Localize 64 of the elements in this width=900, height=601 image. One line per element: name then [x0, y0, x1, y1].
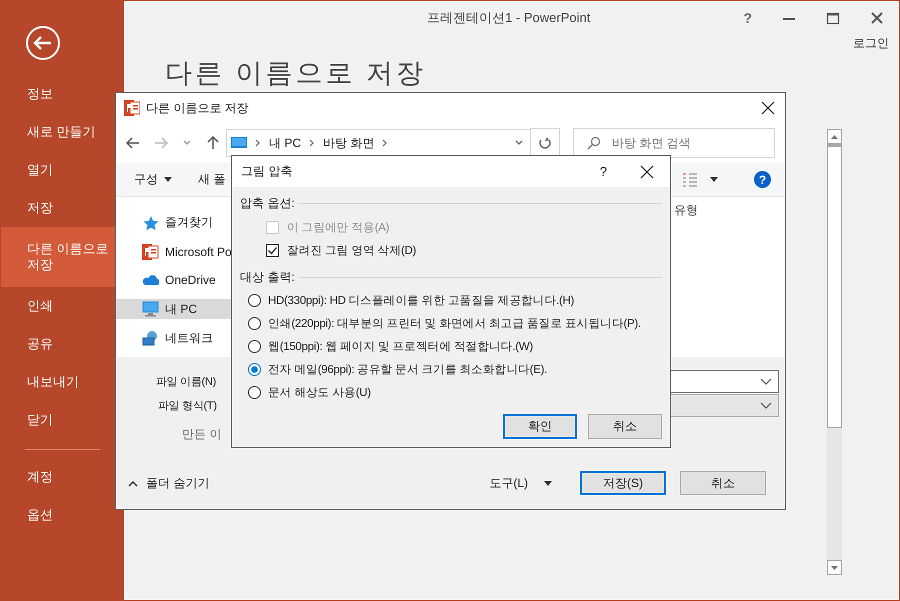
section-heading: 대상 출력:	[240, 269, 295, 286]
radio-button[interactable]	[248, 386, 261, 399]
breadcrumb[interactable]: 내 PC	[269, 134, 302, 152]
back-icon[interactable]	[25, 25, 61, 61]
caret-icon	[164, 177, 172, 182]
help-button[interactable]: ?	[600, 164, 607, 179]
radio-button[interactable]	[248, 317, 261, 330]
presentation-icon	[142, 244, 159, 260]
chevron-right-icon	[255, 139, 261, 147]
dialog-title: 그림 압축	[241, 163, 292, 180]
search-field[interactable]: 바탕 화면 검색	[573, 128, 775, 158]
hide-folders-button[interactable]: 폴더 숨기기	[128, 474, 210, 492]
refresh-icon[interactable]	[530, 128, 560, 158]
caret-icon	[544, 480, 552, 486]
up-arrow-icon[interactable]	[206, 136, 220, 150]
scrollbar[interactable]	[827, 129, 842, 575]
scroll-thumb[interactable]	[827, 144, 842, 428]
star-icon	[142, 214, 159, 231]
dialog-button[interactable]: 저장(S)	[580, 471, 666, 495]
dialog-button[interactable]: 확인	[503, 414, 577, 439]
close-icon[interactable]	[640, 164, 654, 178]
presentation-icon	[124, 100, 140, 116]
dialog-button[interactable]: 취소	[588, 414, 662, 439]
option-label: 웹(150ppi): 웹 페이지 및 프로젝터에 적절합니다.(W)	[268, 340, 533, 354]
field-label: 만든 이	[181, 426, 222, 442]
column-header[interactable]: 유형	[674, 203, 698, 217]
option-label: 문서 해상도 사용(U)	[268, 386, 371, 400]
menu-item[interactable]: 옵션	[1, 496, 124, 534]
back-arrow-icon[interactable]	[126, 136, 140, 150]
field-label: 파일 형식(T)	[158, 398, 218, 412]
option-label: 이 그림에만 적용(A)	[287, 221, 390, 235]
help-button[interactable]: ?	[754, 171, 771, 188]
page-heading: 다른 이름으로 저장	[165, 58, 428, 88]
close-icon[interactable]	[761, 101, 775, 115]
dialog-title: 다른 이름으로 저장	[146, 100, 250, 116]
window-title: 프레젠테이션1 - PowerPoint	[426, 9, 592, 27]
checkbox[interactable]	[266, 244, 279, 257]
chevron-right-icon	[382, 139, 388, 147]
breadcrumb[interactable]: 바탕 화면	[323, 134, 374, 152]
scroll-down-button[interactable]	[827, 560, 842, 575]
scroll-up-button[interactable]	[827, 129, 842, 144]
radio-button[interactable]	[248, 363, 261, 376]
list-view-icon[interactable]	[682, 172, 698, 186]
network-icon	[142, 330, 159, 346]
option-label: 잘려진 그림 영역 삭제(D)	[287, 244, 416, 258]
organize-button[interactable]: 구성	[134, 171, 172, 188]
radio-button[interactable]	[248, 340, 261, 353]
monitor-icon	[231, 137, 247, 149]
chevron-right-icon	[309, 139, 316, 147]
monitor-icon	[142, 301, 159, 318]
help-button[interactable]: ?	[743, 10, 752, 26]
section-heading: 압축 옵션:	[240, 195, 295, 212]
radio-button[interactable]	[248, 294, 261, 307]
caret-up-icon	[128, 480, 138, 486]
dialog-button[interactable]: 취소	[680, 471, 766, 495]
option-label: 인쇄(220ppi): 대부분의 프린터 및 화면에서 최고급 품질로 표시됩니다(P).	[268, 317, 641, 331]
field-label: 파일 이름(N)	[156, 374, 217, 388]
maximize-icon[interactable]	[826, 11, 840, 25]
option-label: 전자 메일(96ppi): 공유할 문서 크기를 최소화합니다(E).	[268, 363, 547, 377]
new-folder-button[interactable]: 새 폴	[198, 171, 226, 188]
sign-in-link[interactable]: 로그인	[853, 35, 889, 52]
close-icon[interactable]	[870, 11, 884, 25]
tools-button[interactable]: 도구(L)	[489, 474, 552, 492]
caret-icon[interactable]	[710, 177, 718, 182]
